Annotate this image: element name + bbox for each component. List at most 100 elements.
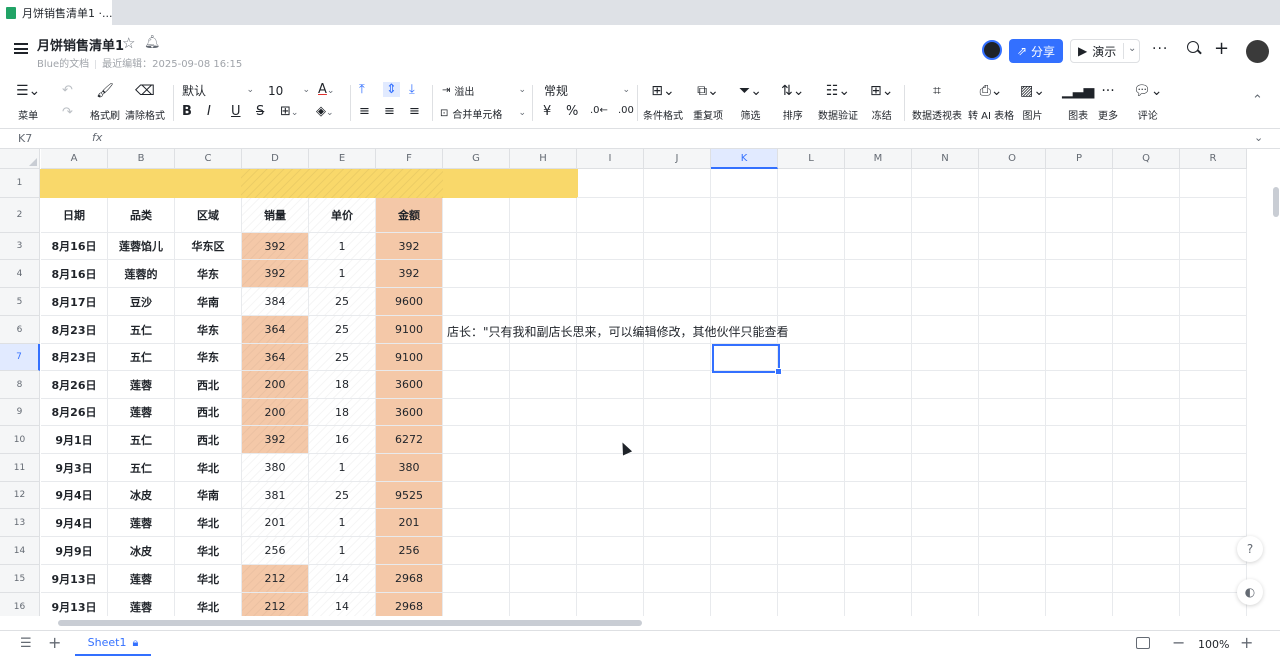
table-cell[interactable]: 364: [242, 316, 309, 344]
empty-cell[interactable]: [1046, 316, 1113, 344]
table-cell[interactable]: 9100: [376, 316, 443, 344]
ai-table-button[interactable]: ⎙⌄ 转 AI 表格: [968, 81, 1014, 122]
empty-cell[interactable]: [644, 288, 711, 316]
align-middle-icon[interactable]: ⇕: [383, 82, 400, 97]
empty-cell[interactable]: [979, 260, 1046, 288]
merge-cells-select[interactable]: ⊡ 合并单元格 ⌄: [440, 104, 526, 124]
empty-cell[interactable]: [577, 593, 644, 616]
text-wrap-select[interactable]: ⇥ 溢出 ⌄: [442, 81, 526, 101]
table-cell[interactable]: 16: [309, 426, 376, 454]
clear-format-button[interactable]: ⌫ 清除格式: [125, 81, 165, 122]
table-cell[interactable]: 392: [242, 233, 309, 260]
empty-cell[interactable]: [1113, 537, 1180, 565]
help-icon[interactable]: ?: [1237, 536, 1263, 562]
column-header[interactable]: H: [510, 149, 577, 169]
number-format-select[interactable]: 常规 ⌄: [544, 81, 630, 101]
empty-cell[interactable]: [510, 198, 577, 233]
empty-cell[interactable]: [1113, 371, 1180, 399]
table-cell[interactable]: 3600: [376, 399, 443, 426]
table-header-cell[interactable]: 单价: [309, 198, 376, 233]
table-cell[interactable]: 9月1日: [41, 426, 108, 454]
table-cell[interactable]: 25: [309, 344, 376, 371]
empty-cell[interactable]: [1180, 371, 1247, 399]
table-cell[interactable]: 1: [309, 537, 376, 565]
table-cell[interactable]: 9月13日: [41, 565, 108, 593]
border-icon[interactable]: ⊞⌄: [280, 104, 298, 119]
spreadsheet-grid[interactable]: 日期 品类 区域 销量 单价 金额 8月16日 莲蓉馅儿 华东区 392 1 392 8月16日 莲蓉的华…: [0, 149, 1270, 616]
row-header[interactable]: 9: [0, 399, 40, 426]
empty-cell[interactable]: [1180, 169, 1247, 198]
empty-cell[interactable]: [711, 260, 778, 288]
empty-cell[interactable]: [778, 593, 845, 616]
table-cell[interactable]: 西北: [175, 399, 242, 426]
empty-cell[interactable]: [1180, 233, 1247, 260]
empty-cell[interactable]: [644, 399, 711, 426]
empty-cell[interactable]: [912, 426, 979, 454]
empty-cell[interactable]: [979, 233, 1046, 260]
vertical-scrollbar[interactable]: [1273, 187, 1279, 217]
column-header[interactable]: D: [242, 149, 309, 169]
empty-cell[interactable]: [1180, 454, 1247, 482]
table-cell[interactable]: 莲蓉: [108, 565, 175, 593]
empty-cell[interactable]: [577, 454, 644, 482]
empty-cell[interactable]: [711, 371, 778, 399]
empty-cell[interactable]: [1113, 399, 1180, 426]
empty-cell[interactable]: [510, 482, 577, 509]
table-cell[interactable]: 华东: [175, 316, 242, 344]
table-cell[interactable]: 华北: [175, 509, 242, 537]
table-cell[interactable]: 8月16日: [41, 233, 108, 260]
table-cell[interactable]: 莲蓉: [108, 399, 175, 426]
empty-cell[interactable]: [644, 198, 711, 233]
empty-cell[interactable]: [912, 371, 979, 399]
table-cell[interactable]: 212: [242, 593, 309, 616]
empty-cell[interactable]: [845, 198, 912, 233]
table-cell[interactable]: 莲蓉馅儿: [108, 233, 175, 260]
sheet-tab[interactable]: Sheet1 🔒︎: [75, 631, 151, 656]
empty-cell[interactable]: [1113, 316, 1180, 344]
empty-cell[interactable]: [644, 426, 711, 454]
empty-cell[interactable]: [510, 344, 577, 371]
empty-cell[interactable]: [577, 260, 644, 288]
empty-cell[interactable]: [644, 233, 711, 260]
empty-cell[interactable]: [1113, 198, 1180, 233]
table-cell[interactable]: 9月4日: [41, 482, 108, 509]
empty-cell[interactable]: [711, 198, 778, 233]
empty-cell[interactable]: [778, 482, 845, 509]
add-icon[interactable]: +: [1214, 38, 1229, 59]
empty-cell[interactable]: [644, 509, 711, 537]
empty-cell[interactable]: [979, 482, 1046, 509]
row-header[interactable]: 4: [0, 260, 40, 288]
empty-cell[interactable]: [845, 482, 912, 509]
empty-cell[interactable]: [845, 288, 912, 316]
empty-cell[interactable]: [711, 233, 778, 260]
empty-cell[interactable]: [979, 371, 1046, 399]
freeze-button[interactable]: ⊞⌄ 冻结: [870, 81, 893, 122]
column-header[interactable]: G: [443, 149, 510, 169]
table-cell[interactable]: 1: [309, 454, 376, 482]
empty-cell[interactable]: [644, 344, 711, 371]
font-size-select[interactable]: 10 ⌄: [268, 81, 310, 101]
table-cell[interactable]: 五仁: [108, 426, 175, 454]
empty-cell[interactable]: [577, 509, 644, 537]
more-button[interactable]: ··· 更多: [1098, 81, 1118, 122]
empty-cell[interactable]: [979, 316, 1046, 344]
table-cell[interactable]: 9600: [376, 288, 443, 316]
table-cell[interactable]: 380: [242, 454, 309, 482]
empty-cell[interactable]: [510, 509, 577, 537]
empty-cell[interactable]: [1046, 454, 1113, 482]
comment-button[interactable]: 💬︎⌄ 评论: [1133, 81, 1163, 122]
undo-icon[interactable]: ↶: [62, 83, 73, 98]
empty-cell[interactable]: [778, 198, 845, 233]
table-cell[interactable]: 1: [309, 260, 376, 288]
empty-cell[interactable]: [1180, 260, 1247, 288]
table-cell[interactable]: 18: [309, 371, 376, 399]
table-cell[interactable]: 25: [309, 316, 376, 344]
table-cell[interactable]: 392: [376, 260, 443, 288]
empty-cell[interactable]: [912, 537, 979, 565]
browser-tab[interactable]: 月饼销售清单1 ·...: [0, 0, 112, 25]
row-header[interactable]: 12: [0, 482, 40, 509]
select-all-corner[interactable]: [0, 149, 40, 169]
empty-cell[interactable]: [644, 482, 711, 509]
column-header[interactable]: L: [778, 149, 845, 169]
table-cell[interactable]: 8月16日: [41, 260, 108, 288]
